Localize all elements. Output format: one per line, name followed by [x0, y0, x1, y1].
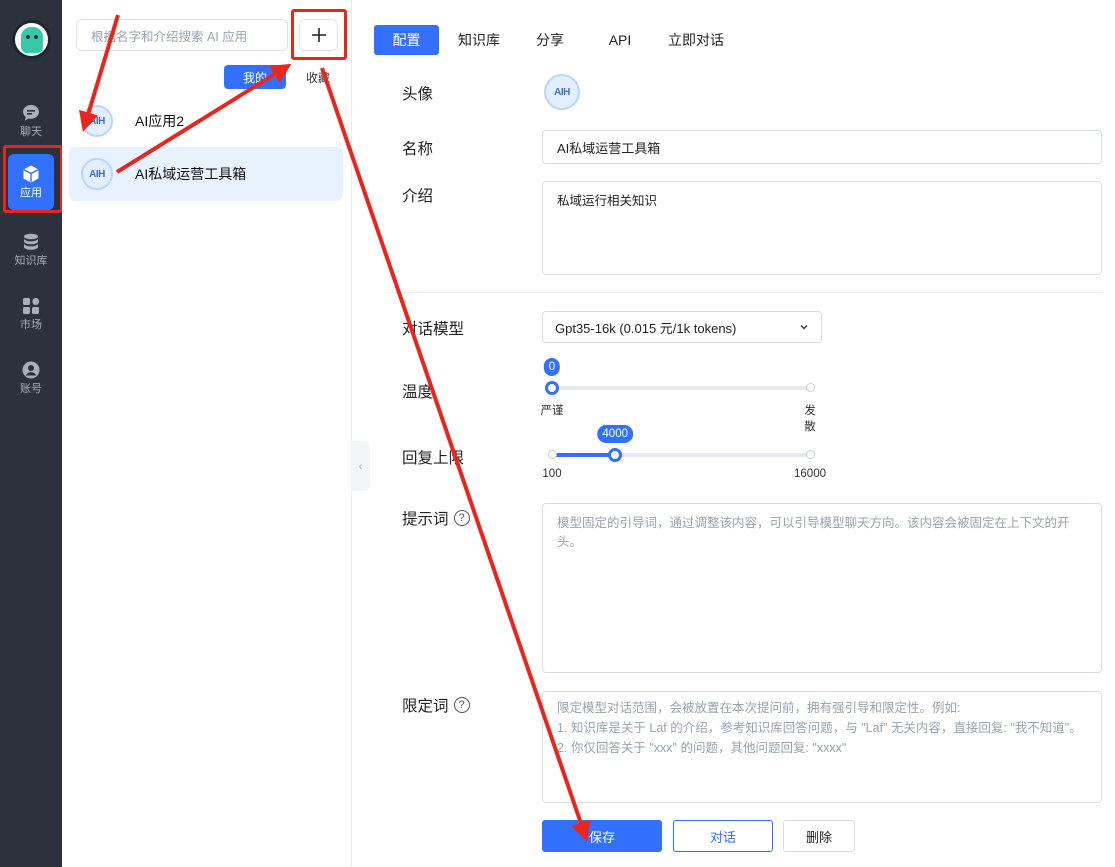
name-value: AI私域运营工具箱 — [557, 140, 661, 156]
model-label: 对话模型 — [402, 321, 465, 338]
nav-label: 市场 — [20, 319, 42, 331]
app-avatar: AIH — [81, 158, 113, 190]
app-window: 聊天 应用 知识库 市场 账号 根据名字和介绍搜索 AI 应用 我的 收藏 AI… — [0, 0, 1115, 867]
limit-placeholder-line: 2. 你仅回答关于 "xxx" 的问题，其他问题回复: "xxxx" — [557, 741, 847, 755]
app-logo[interactable] — [12, 20, 51, 59]
intro-value: 私域运行相关知识 — [557, 194, 658, 208]
help-icon[interactable]: ? — [453, 510, 470, 526]
limit-label: 限定词 ? — [402, 694, 470, 716]
app-list-item-selected[interactable]: AIH AI私域运营工具箱 — [69, 147, 343, 201]
max-reply-fill — [552, 453, 616, 457]
database-icon — [24, 233, 38, 250]
max-reply-slider[interactable]: 4000 100 16000 — [542, 425, 826, 480]
tab-knowledge[interactable]: 知识库 — [452, 25, 506, 55]
nav-item-knowledge[interactable]: 知识库 — [8, 222, 54, 278]
search-input[interactable]: 根据名字和介绍搜索 AI 应用 — [76, 19, 288, 51]
prompt-textarea[interactable]: 模型固定的引导词，通过调整该内容，可以引导模型聊天方向。该内容会被固定在上下文的… — [542, 503, 1102, 673]
tab-config[interactable]: 配置 — [374, 25, 439, 55]
limit-placeholder-line: 1. 知识库是关于 Laf 的介绍，参考知识库回答问题，与 "Laf" 无关内容… — [557, 721, 1082, 735]
help-icon[interactable]: ? — [453, 697, 470, 713]
max-reply-thumb[interactable] — [608, 448, 623, 462]
name-label: 名称 — [402, 141, 434, 158]
slider-start-dot — [548, 450, 557, 459]
model-select[interactable]: Gpt35-16k (0.015 元/1k tokens) — [542, 311, 822, 343]
nav-item-market[interactable]: 市场 — [8, 286, 54, 342]
robot-icon — [20, 26, 43, 53]
app-list-item[interactable]: AIH AI应用2 — [69, 94, 343, 148]
app-avatar-upload[interactable]: AIH — [544, 74, 580, 110]
name-input[interactable]: AI私域运营工具箱 — [542, 130, 1102, 164]
nav-item-chat[interactable]: 聊天 — [8, 93, 54, 149]
slider-end-dot — [806, 383, 815, 392]
app-name: AI私域运营工具箱 — [135, 166, 247, 182]
save-button[interactable]: 保存 — [542, 820, 662, 852]
nav-label: 账号 — [20, 383, 42, 395]
avatar-label: 头像 — [402, 86, 434, 103]
prompt-label-text: 提示词 — [402, 511, 449, 528]
prompt-placeholder: 模型固定的引导词，通过调整该内容，可以引导模型聊天方向。该内容会被固定在上下文的… — [557, 516, 1070, 549]
delete-button[interactable]: 删除 — [783, 820, 855, 852]
limit-textarea[interactable]: 限定模型对话范围，会被放置在本次提问前，拥有强引导和限定性。例如: 1. 知识库… — [542, 691, 1102, 803]
tab-chat-now[interactable]: 立即对话 — [658, 25, 734, 55]
nav-label: 知识库 — [14, 255, 48, 267]
nav-item-account[interactable]: 账号 — [8, 350, 54, 406]
temperature-min-label: 严谨 — [540, 405, 564, 417]
app-avatar: AIH — [81, 105, 113, 137]
temperature-value-bubble: 0 — [543, 358, 561, 376]
section-divider — [388, 292, 1102, 293]
intro-textarea[interactable]: 私域运行相关知识 — [542, 181, 1102, 275]
filter-favorite-tab[interactable]: 收藏 — [294, 65, 342, 89]
user-icon — [22, 361, 40, 379]
app-name: AI应用2 — [135, 113, 185, 129]
tab-api[interactable]: API — [600, 25, 640, 55]
annotation-highlight-box — [3, 145, 63, 213]
max-reply-label: 回复上限 — [402, 450, 465, 467]
limit-placeholder-line: 限定模型对话范围，会被放置在本次提问前，拥有强引导和限定性。例如: — [557, 701, 961, 715]
chevron-down-icon — [800, 325, 808, 330]
app-list-panel: 根据名字和介绍搜索 AI 应用 我的 收藏 AIH AI应用2 AIH AI私域… — [62, 0, 352, 867]
side-nav: 聊天 应用 知识库 市场 账号 — [0, 0, 63, 867]
limit-label-text: 限定词 — [402, 698, 449, 715]
filter-mine-tab[interactable]: 我的 — [224, 65, 286, 89]
chat-button[interactable]: 对话 — [673, 820, 773, 852]
prompt-label: 提示词 ? — [402, 507, 470, 529]
temperature-max-label: 发散 — [804, 405, 816, 433]
chat-icon — [23, 105, 39, 121]
max-reply-max-label: 16000 — [794, 468, 826, 480]
slider-end-dot — [806, 450, 815, 459]
temperature-label: 温度 — [402, 384, 434, 401]
intro-label: 介绍 — [402, 188, 434, 205]
search-placeholder: 根据名字和介绍搜索 AI 应用 — [91, 29, 248, 44]
temperature-slider[interactable]: 0 严谨 发散 — [541, 358, 816, 433]
tab-share[interactable]: 分享 — [524, 25, 576, 55]
annotation-highlight-box — [291, 9, 347, 60]
temperature-thumb[interactable] — [545, 381, 559, 395]
max-reply-min-label: 100 — [542, 468, 562, 480]
max-reply-value-bubble: 4000 — [597, 425, 633, 443]
app-config-panel: 配置 知识库 分享 API 立即对话 头像 AIH 名称 AI私域运营工具箱 介… — [352, 0, 1115, 867]
grid-icon — [23, 298, 39, 314]
nav-label: 聊天 — [20, 126, 42, 138]
model-value: Gpt35-16k (0.015 元/1k tokens) — [555, 320, 737, 336]
